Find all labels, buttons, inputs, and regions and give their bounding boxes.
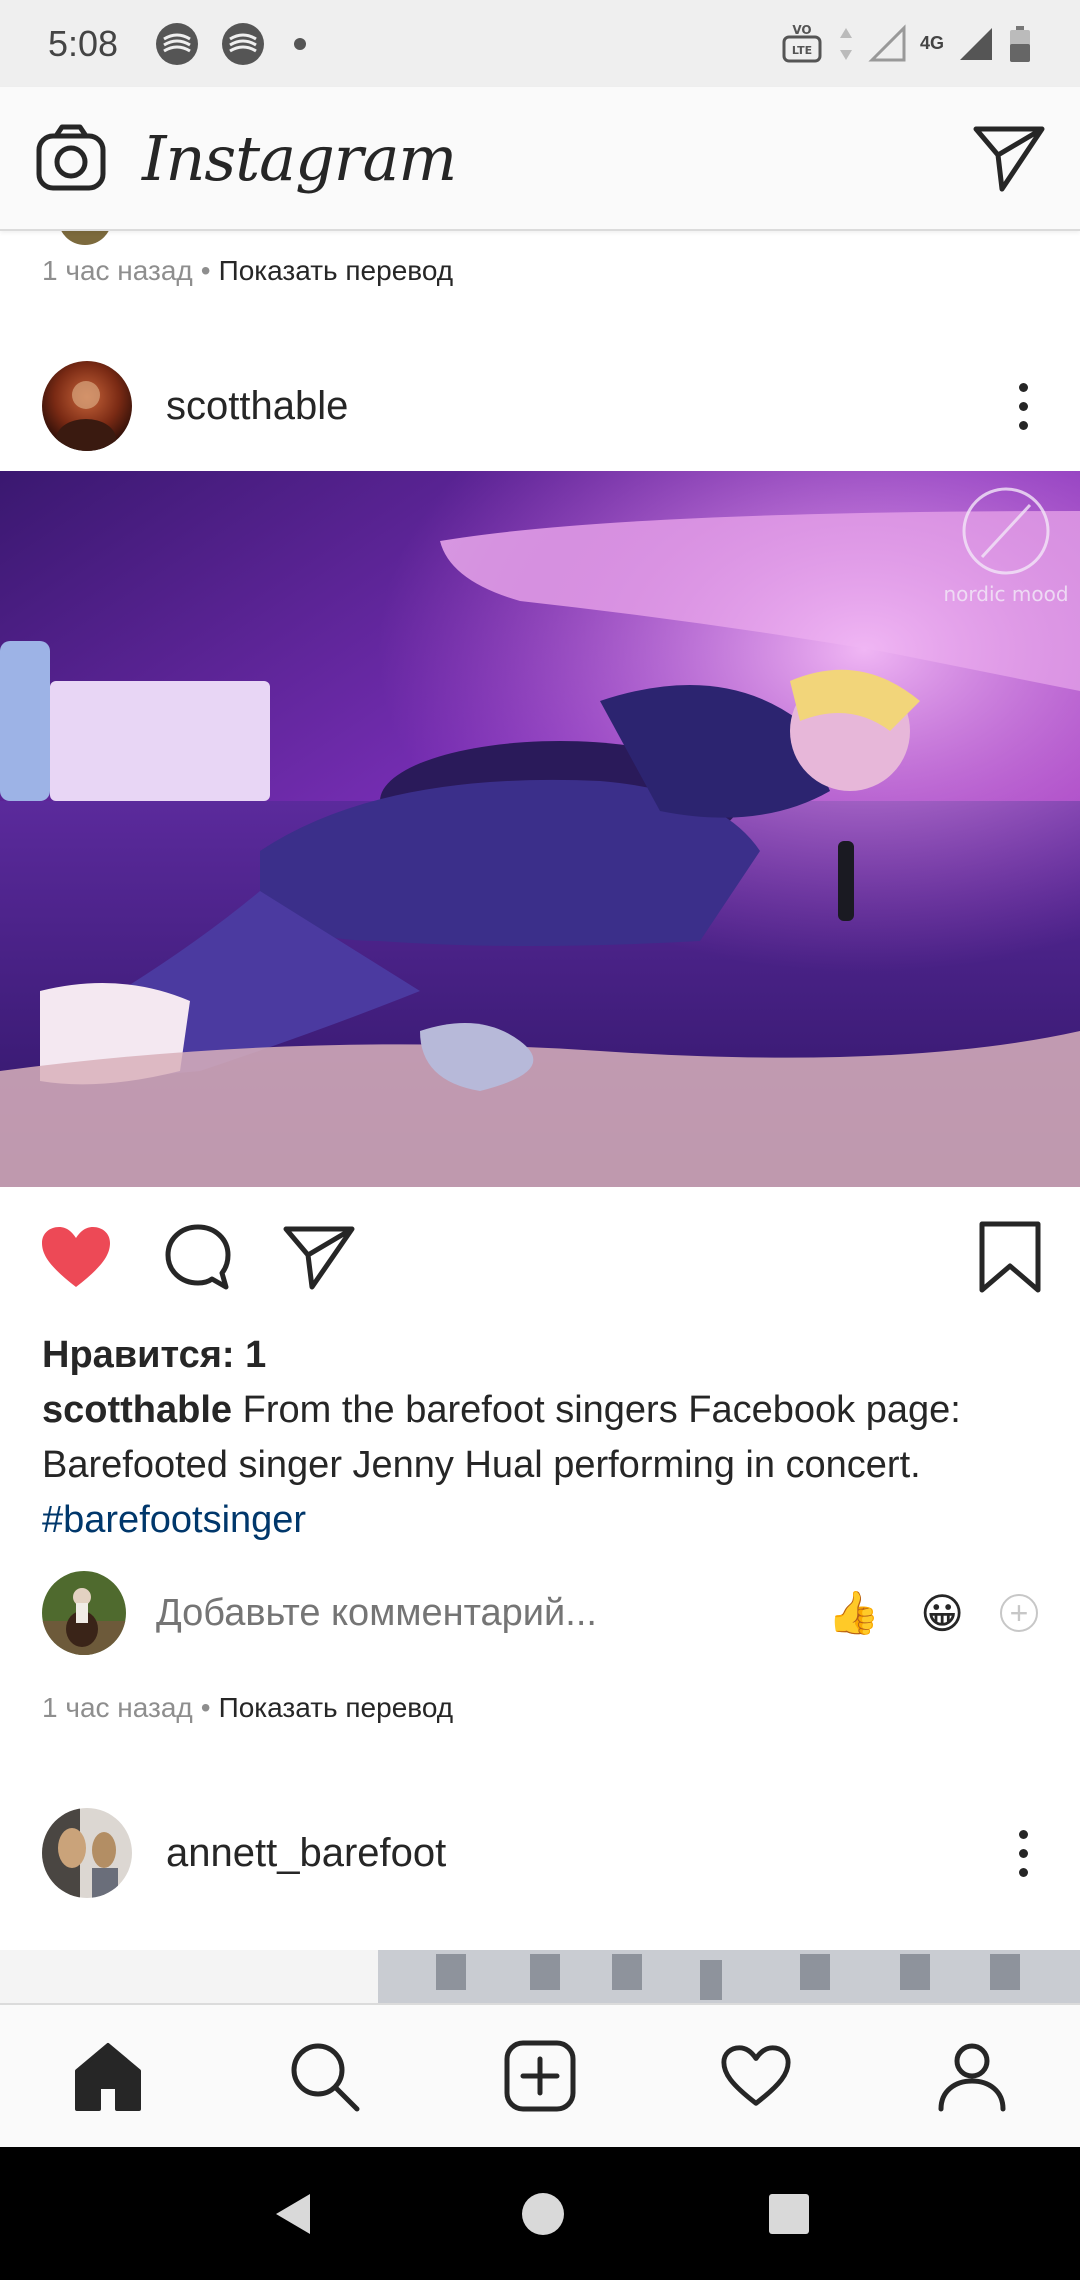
data-arrows-icon xyxy=(839,27,852,60)
nav-profile[interactable] xyxy=(912,2016,1032,2136)
search-icon[interactable] xyxy=(287,2039,361,2113)
previous-post-meta: 1 час назад • Показать перевод xyxy=(0,231,1080,311)
grinning-emoji-button[interactable]: 😀 xyxy=(920,1589,964,1638)
svg-text:LTE: LTE xyxy=(792,44,812,57)
like-filled-icon[interactable] xyxy=(38,1223,114,1291)
post-caption: scotthable From the barefoot singers Fac… xyxy=(0,1383,1080,1548)
signal-full-icon xyxy=(960,27,992,60)
status-bar: 5:08 LTE VO 4G xyxy=(0,0,1080,87)
thumbs-up-emoji-button[interactable]: 👍 xyxy=(828,1589,880,1638)
nav-activity[interactable] xyxy=(696,2016,816,2136)
network-type-label: 4G xyxy=(919,33,944,53)
show-translation-link[interactable]: Показать перевод xyxy=(219,255,454,287)
bank-notification-icon xyxy=(222,22,265,65)
post-image[interactable]: nordic mood xyxy=(0,471,1080,1187)
show-translation-link[interactable]: Показать перевод xyxy=(219,1692,454,1724)
nav-new-post[interactable] xyxy=(480,2016,600,2136)
image-watermark: nordic mood xyxy=(943,582,1068,606)
comment-icon[interactable] xyxy=(162,1221,234,1293)
meta-separator: • xyxy=(200,255,211,286)
notification-icons xyxy=(154,21,307,67)
status-time: 5:08 xyxy=(48,22,119,64)
next-post-image[interactable] xyxy=(0,1950,1080,2003)
post-time: 1 час назад xyxy=(42,255,193,286)
add-emoji-icon[interactable]: + xyxy=(1000,1594,1038,1632)
meta-separator: • xyxy=(200,1692,211,1723)
top-app-bar: Instagram xyxy=(0,87,1080,231)
more-notifications-dot xyxy=(294,37,307,50)
add-comment-row: 👍 😀 + xyxy=(0,1558,1080,1668)
volte-icon: LTE VO xyxy=(782,23,822,62)
recents-icon[interactable] xyxy=(766,2191,812,2237)
instagram-logo: Instagram xyxy=(142,121,457,195)
nav-home[interactable] xyxy=(48,2016,168,2136)
status-indicators: LTE VO 4G xyxy=(780,21,1032,67)
back-icon[interactable] xyxy=(268,2188,320,2240)
more-options-icon[interactable] xyxy=(1009,1820,1038,1887)
caption-hashtag[interactable]: #barefootsinger xyxy=(42,1493,1038,1548)
post-actions xyxy=(0,1187,1080,1327)
share-icon[interactable] xyxy=(282,1223,356,1291)
caption-username[interactable]: scotthable xyxy=(42,1389,232,1431)
camera-icon[interactable] xyxy=(34,121,108,195)
activity-icon[interactable] xyxy=(719,2042,793,2110)
avatar[interactable] xyxy=(42,361,132,451)
battery-icon xyxy=(1010,25,1030,62)
post-header: scotthable xyxy=(0,341,1080,471)
bookmark-icon[interactable] xyxy=(978,1220,1042,1294)
signal-empty-icon xyxy=(868,23,906,61)
svg-text:VO: VO xyxy=(792,23,811,37)
nav-search[interactable] xyxy=(264,2016,384,2136)
direct-message-icon[interactable] xyxy=(972,123,1046,193)
more-options-icon[interactable] xyxy=(1009,373,1038,440)
home-button-icon[interactable] xyxy=(520,2191,566,2237)
bottom-navigation xyxy=(0,2003,1080,2147)
comment-input[interactable] xyxy=(156,1591,788,1635)
next-post-header: annett_barefoot xyxy=(0,1788,1080,1918)
feed[interactable]: 1 час назад • Показать перевод scotthabl… xyxy=(0,231,1080,2003)
likes-count[interactable]: Нравится: 1 xyxy=(0,1327,1080,1383)
next-post-username[interactable]: annett_barefoot xyxy=(166,1831,446,1876)
current-user-avatar xyxy=(42,1571,126,1655)
home-icon[interactable] xyxy=(71,2039,145,2113)
bank-notification-icon xyxy=(156,22,199,65)
post-username[interactable]: scotthable xyxy=(166,384,348,429)
new-post-icon[interactable] xyxy=(503,2039,577,2113)
post-meta: 1 час назад • Показать перевод xyxy=(0,1668,1080,1748)
system-navigation xyxy=(0,2147,1080,2280)
post-time: 1 час назад xyxy=(42,1692,193,1723)
profile-icon[interactable] xyxy=(935,2039,1009,2113)
avatar[interactable] xyxy=(42,1808,132,1898)
